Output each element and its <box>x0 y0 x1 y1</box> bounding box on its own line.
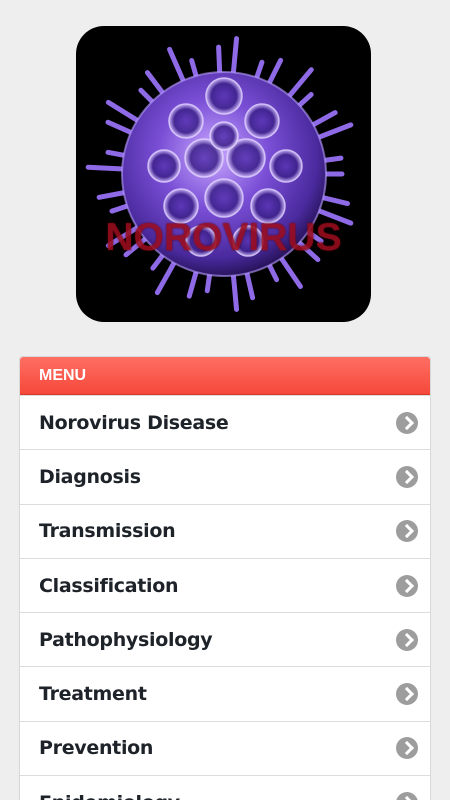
menu-item-label: Pathophysiology <box>39 628 213 651</box>
chevron-right-icon <box>396 411 418 434</box>
main-menu: MENU Norovirus Disease Diagnosis Transmi… <box>19 356 431 800</box>
virus-surface-cell <box>244 103 280 139</box>
chevron-right-icon <box>396 737 418 760</box>
hero-title-text: NOROVIRUS <box>105 216 342 259</box>
virus-surface-cell <box>168 103 204 139</box>
virus-surface-cell <box>147 149 181 183</box>
virus-surface-cell <box>269 149 303 183</box>
menu-item-transmission[interactable]: Transmission <box>20 503 430 558</box>
chevron-right-icon <box>396 683 418 706</box>
virus-illustration <box>85 36 354 312</box>
menu-item-pathophysiology[interactable]: Pathophysiology <box>20 612 430 667</box>
menu-item-label: Treatment <box>39 683 147 706</box>
menu-item-diagnosis[interactable]: Diagnosis <box>20 449 430 504</box>
menu-item-label: Epidemiology <box>39 792 180 800</box>
chevron-right-icon <box>396 628 418 651</box>
menu-item-label: Prevention <box>39 737 154 760</box>
virus-surface-cell <box>209 121 239 151</box>
app-screen: NOROVIRUS MENU Norovirus Disease Diagnos… <box>0 0 450 800</box>
menu-item-label: Diagnosis <box>39 465 141 488</box>
menu-item-norovirus-disease[interactable]: Norovirus Disease <box>20 395 430 450</box>
virus-surface-cell <box>205 77 243 115</box>
norovirus-hero-image: NOROVIRUS <box>76 26 371 322</box>
menu-item-label: Norovirus Disease <box>39 411 229 434</box>
menu-item-prevention[interactable]: Prevention <box>20 720 430 776</box>
menu-item-treatment[interactable]: Treatment <box>20 666 430 721</box>
menu-item-label: Transmission <box>39 520 176 543</box>
virus-surface-cell <box>204 178 244 218</box>
menu-item-epidemiology[interactable]: Epidemiology <box>20 775 430 800</box>
menu-item-classification[interactable]: Classification <box>20 557 430 613</box>
chevron-right-icon <box>396 465 418 488</box>
chevron-right-icon <box>396 791 418 800</box>
menu-item-label: Classification <box>39 574 179 597</box>
chevron-right-icon <box>396 520 418 543</box>
chevron-right-icon <box>396 574 418 597</box>
menu-header: MENU <box>20 357 430 395</box>
